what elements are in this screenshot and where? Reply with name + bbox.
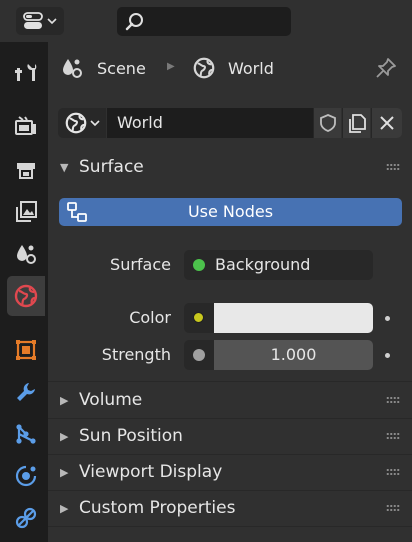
new-world-button[interactable] (342, 108, 370, 138)
panel-title: Surface (79, 157, 144, 177)
duplicate-icon (348, 114, 366, 133)
panel-divider (48, 526, 412, 527)
strength-label: Strength (101, 345, 171, 364)
panel-title: Custom Properties (79, 498, 236, 518)
tab-constraints[interactable] (7, 498, 45, 538)
header-bar (0, 0, 412, 42)
collapsed-arrow-icon: ▶ (60, 501, 69, 515)
tool-icon (15, 64, 37, 81)
constraints-icon (15, 507, 37, 529)
collapsed-arrow-icon: ▶ (60, 465, 69, 479)
close-icon (380, 116, 394, 130)
search-icon (125, 13, 143, 31)
scene-icon (17, 245, 36, 264)
tab-output[interactable] (7, 150, 45, 190)
tab-scene[interactable] (7, 234, 45, 274)
panel-header-custom-properties[interactable]: ▶ Custom Properties (48, 491, 412, 525)
panel-header-sun-position[interactable]: ▶ Sun Position (48, 419, 412, 453)
surface-value: Background (215, 255, 311, 274)
scene-icon (63, 59, 82, 78)
breadcrumb: Scene ▶ World (48, 42, 412, 94)
color-label: Color (129, 308, 171, 327)
drag-handle-icon[interactable] (386, 504, 400, 512)
expanded-arrow-icon: ▼ (60, 160, 69, 174)
browse-world-button[interactable] (58, 108, 106, 138)
fake-user-button[interactable] (313, 108, 341, 138)
editor-type-button[interactable] (16, 7, 64, 35)
panel-title: Viewport Display (79, 462, 223, 482)
shield-icon (319, 114, 336, 132)
properties-tab-strip (0, 42, 48, 542)
tab-modifiers[interactable] (7, 372, 45, 412)
properties-editor-icon (23, 12, 43, 29)
wrench-icon (17, 383, 35, 401)
tab-render[interactable] (7, 106, 45, 146)
breadcrumb-scene[interactable]: Scene (97, 59, 146, 78)
strength-value: 1.000 (270, 345, 317, 364)
physics-icon (15, 465, 37, 487)
output-icon (17, 163, 35, 179)
value-socket-icon (193, 349, 205, 361)
unlink-world-button[interactable] (371, 108, 402, 138)
object-icon (16, 340, 36, 360)
world-icon (14, 284, 38, 308)
particles-icon (16, 424, 36, 444)
drag-handle-icon[interactable] (386, 432, 400, 440)
keyframe-dot-icon[interactable] (385, 316, 390, 321)
tab-particles[interactable] (7, 414, 45, 454)
tab-object[interactable] (7, 330, 45, 370)
use-nodes-button[interactable]: Use Nodes (59, 198, 402, 226)
surface-shader-selector[interactable]: Background (184, 250, 373, 280)
panel-header-volume[interactable]: ▶ Volume (48, 383, 412, 417)
breadcrumb-world[interactable]: World (228, 59, 274, 78)
use-nodes-label: Use Nodes (187, 202, 274, 221)
collapsed-arrow-icon: ▶ (60, 393, 69, 407)
pin-icon[interactable] (375, 57, 397, 79)
breadcrumb-separator-icon: ▶ (167, 61, 175, 72)
world-icon (193, 57, 215, 79)
tab-world[interactable] (7, 276, 45, 316)
view-layer-icon (16, 201, 37, 222)
panel-title: Sun Position (79, 426, 183, 446)
color-socket-button[interactable] (184, 303, 214, 333)
color-swatch[interactable] (214, 303, 373, 333)
tab-view-layer[interactable] (7, 192, 45, 232)
world-name-field[interactable]: World (107, 108, 313, 138)
drag-handle-icon[interactable] (386, 468, 400, 476)
search-input[interactable] (117, 7, 291, 36)
collapsed-arrow-icon: ▶ (60, 429, 69, 443)
drag-handle-icon[interactable] (386, 396, 400, 404)
strength-field[interactable]: 1.000 (214, 340, 373, 370)
surface-label: Surface (110, 255, 171, 274)
panel-header-viewport-display[interactable]: ▶ Viewport Display (48, 455, 412, 489)
color-socket-icon (193, 312, 204, 323)
chevron-down-icon (47, 18, 57, 25)
panel-header-surface[interactable]: ▼ Surface (48, 150, 412, 184)
strength-socket-button[interactable] (184, 340, 214, 370)
chevron-down-icon (90, 120, 100, 127)
shader-socket-icon (193, 259, 205, 271)
panel-title: Volume (79, 390, 143, 410)
panel-divider (48, 381, 412, 382)
keyframe-dot-icon[interactable] (385, 353, 390, 358)
tab-tool[interactable] (7, 52, 45, 92)
world-icon (65, 112, 87, 134)
tab-physics[interactable] (7, 456, 45, 496)
render-icon (15, 116, 36, 135)
properties-main: Scene ▶ World World ▼ Surface Use Nodes … (48, 42, 412, 542)
drag-handle-icon[interactable] (386, 163, 400, 171)
